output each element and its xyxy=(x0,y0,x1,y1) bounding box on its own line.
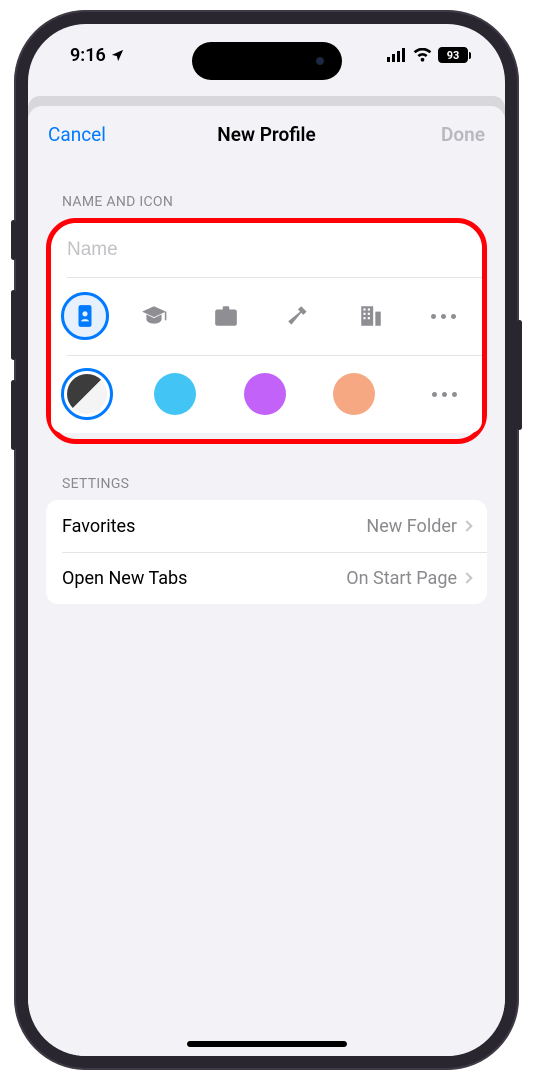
sheet-content: NAME AND ICON xyxy=(28,162,505,1056)
ellipsis-icon xyxy=(432,392,457,397)
hammer-icon xyxy=(286,303,312,329)
location-icon xyxy=(110,48,125,63)
building-icon xyxy=(358,303,384,329)
open-new-tabs-value-wrap: On Start Page xyxy=(346,568,471,589)
favorites-row[interactable]: Favorites New Folder xyxy=(46,500,487,552)
swatch-cyan xyxy=(154,373,196,415)
open-new-tabs-label: Open New Tabs xyxy=(62,568,187,589)
volume-down xyxy=(11,380,16,450)
icon-option-building[interactable] xyxy=(343,288,399,344)
modal-sheet: Cancel New Profile Done NAME AND ICON xyxy=(28,106,505,1056)
swatch-orange xyxy=(333,373,375,415)
color-option-orange[interactable] xyxy=(326,366,382,422)
phone-frame: 9:16 93 xyxy=(14,10,519,1070)
id-card-icon xyxy=(72,303,98,329)
cancel-button[interactable]: Cancel xyxy=(48,123,106,146)
mute-switch xyxy=(11,220,16,260)
open-new-tabs-row[interactable]: Open New Tabs On Start Page xyxy=(46,552,487,604)
chevron-right-icon xyxy=(461,520,472,531)
sheet-header: Cancel New Profile Done xyxy=(28,106,505,162)
graduation-cap-icon xyxy=(141,303,167,329)
home-indicator[interactable] xyxy=(187,1041,347,1047)
icon-option-id-card[interactable] xyxy=(61,292,109,340)
section-label-settings: SETTINGS xyxy=(46,444,487,500)
favorites-value-wrap: New Folder xyxy=(366,516,471,537)
swatch-bw xyxy=(67,374,107,414)
wifi-icon xyxy=(413,48,432,62)
briefcase-icon xyxy=(213,303,239,329)
status-right: 93 xyxy=(387,47,471,63)
volume-up xyxy=(11,290,16,360)
dynamic-island xyxy=(192,42,342,80)
color-option-purple[interactable] xyxy=(237,366,293,422)
chevron-right-icon xyxy=(461,572,472,583)
profile-name-input[interactable] xyxy=(67,223,466,277)
status-time: 9:16 xyxy=(70,45,106,66)
screen: 9:16 93 xyxy=(28,24,505,1056)
battery-level: 93 xyxy=(438,47,468,63)
status-left: 9:16 xyxy=(70,45,125,66)
color-option-cyan[interactable] xyxy=(147,366,203,422)
color-picker-row xyxy=(51,355,482,433)
color-option-bw[interactable] xyxy=(61,368,113,420)
done-button[interactable]: Done xyxy=(441,123,485,146)
settings-group: Favorites New Folder Open New Tabs On St… xyxy=(46,500,487,604)
ellipsis-icon xyxy=(431,314,456,319)
annotation-highlight xyxy=(46,218,487,444)
icon-option-graduation[interactable] xyxy=(126,288,182,344)
cellular-icon xyxy=(387,48,407,62)
more-colors-button[interactable] xyxy=(416,366,472,422)
page-title: New Profile xyxy=(217,123,315,146)
name-row[interactable] xyxy=(51,223,482,277)
icon-option-hammer[interactable] xyxy=(271,288,327,344)
battery-indicator: 93 xyxy=(438,47,471,63)
favorites-label: Favorites xyxy=(62,516,135,537)
section-label-name-icon: NAME AND ICON xyxy=(46,162,487,218)
open-new-tabs-value: On Start Page xyxy=(346,568,457,589)
more-icons-button[interactable] xyxy=(416,288,472,344)
swatch-purple xyxy=(244,373,286,415)
power-button xyxy=(517,320,522,430)
icon-option-briefcase[interactable] xyxy=(198,288,254,344)
name-icon-group xyxy=(51,223,482,433)
favorites-value: New Folder xyxy=(366,516,457,537)
icon-picker-row xyxy=(51,277,482,355)
